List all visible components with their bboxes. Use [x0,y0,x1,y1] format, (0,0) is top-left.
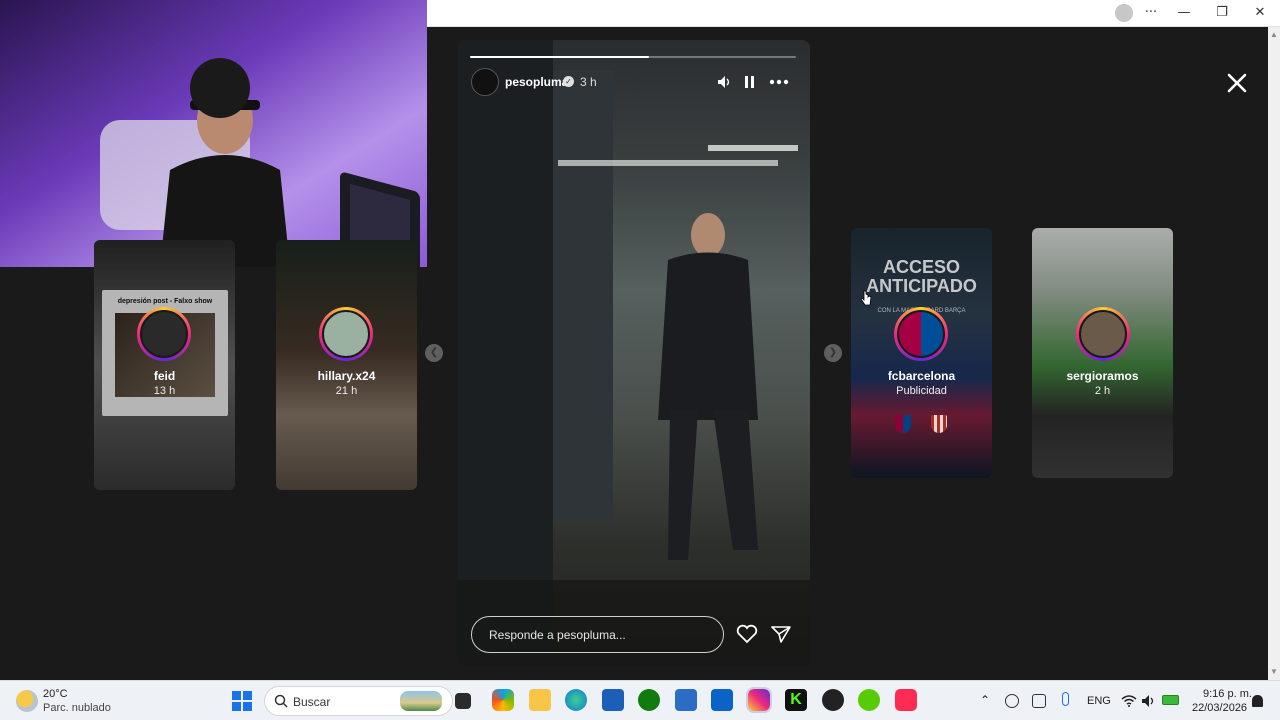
main-story[interactable]: pesopluma ✓ 3 h Responde a pesopluma... [458,40,810,666]
minimize-button[interactable]: — [1174,4,1194,22]
wifi-icon[interactable] [1121,695,1137,707]
network-alert-icon[interactable] [1005,694,1019,708]
story-username: sergioramos [1066,369,1139,383]
duolingo-icon[interactable] [858,689,880,711]
taskbar-search[interactable]: Buscar [264,686,453,716]
tiktok-icon[interactable] [895,689,917,711]
send-icon[interactable] [770,624,792,644]
sync-icon[interactable] [1032,694,1046,708]
edge-icon[interactable] [565,689,587,711]
avatar-hillary [319,307,373,361]
browser-more-button[interactable]: ··· [1141,4,1161,22]
window-close-button[interactable]: ✕ [1250,4,1270,22]
copilot-icon[interactable] [492,689,514,711]
windows-start-icon[interactable] [232,691,252,711]
story-preview-feid[interactable]: depresión post - Falxo show [94,240,235,490]
weather-icon[interactable] [16,690,38,712]
story-progress-bar [470,56,796,58]
battery-icon[interactable] [1162,695,1179,705]
story-header: pesopluma ✓ 3 h [471,68,801,96]
author-username[interactable]: pesopluma [505,75,568,89]
instagram-app-icon[interactable] [746,687,772,713]
story-preview-hillary[interactable] [276,240,417,490]
author-avatar[interactable] [471,68,499,96]
weather-temp[interactable]: 20°C [43,688,68,700]
scroll-down-icon[interactable]: ▼ [1270,668,1278,676]
search-icon [274,694,288,708]
previous-story-button[interactable]: ❮ [425,344,443,362]
avatar-feid [137,307,191,361]
speaker-icon[interactable] [1141,694,1157,708]
restore-button[interactable]: ❐ [1212,4,1232,22]
store-icon[interactable] [602,689,624,711]
story-age: 3 h [580,75,597,89]
outlook-icon[interactable] [711,689,733,711]
hand-cursor-icon [860,290,872,306]
scroll-up-icon[interactable]: ▲ [1270,31,1278,39]
story-time: 21 h [335,385,358,397]
weather-desc[interactable]: Parc. nublado [43,702,111,714]
language-indicator[interactable]: ENG [1087,695,1111,707]
story-username: feid [153,369,176,383]
avatar-fcbarcelona [894,307,948,361]
story-label-sponsored: Publicidad [896,385,947,397]
pause-icon[interactable] [744,75,756,89]
story-shade [94,240,235,490]
clock-time[interactable]: 9:16 p. m. [1203,688,1252,700]
search-placeholder: Buscar [293,695,331,709]
story-viewer: depresión post - Falxo show feid 13 h hi… [0,0,1268,680]
obs-icon[interactable] [822,689,844,711]
volume-icon[interactable] [717,75,733,89]
xbox-icon[interactable] [638,689,660,711]
search-highlight-image [400,691,442,711]
task-view-icon[interactable] [455,693,471,709]
next-story-button[interactable]: ❯ [824,344,842,362]
story-video-frame [458,40,810,666]
story-time: 2 h [1094,385,1111,397]
browser-title-bar: ··· — ❐ ✕ [427,0,1280,27]
webcam-overlay [0,0,427,267]
more-icon[interactable] [769,79,789,85]
file-explorer-icon[interactable] [529,689,551,711]
onedrive-setup-icon[interactable] [675,689,697,711]
profile-avatar-icon[interactable] [1115,4,1133,22]
notification-bell-icon[interactable] [1252,695,1263,707]
heart-icon[interactable] [736,624,758,644]
tray-overflow-icon[interactable]: ⌃ [980,693,990,707]
kick-icon[interactable]: K [785,689,807,711]
story-time: 13 h [153,385,176,397]
windows-taskbar: 20°C Parc. nublado Buscar K ⌃ ENG 9:16 p… [0,680,1280,720]
story-username: hillary.x24 [317,369,376,383]
close-viewer-icon[interactable] [1226,72,1248,94]
story-progress-fill [470,56,650,58]
story-shade [276,240,417,490]
microphone-icon[interactable] [1062,692,1069,706]
page-scrollbar[interactable]: ▲ ▼ [1268,27,1280,680]
webcam-scene-icon [0,0,427,267]
clock-date[interactable]: 22/03/2026 [1192,702,1247,714]
avatar-sergioramos [1076,307,1130,361]
reply-input[interactable]: Responde a pesopluma... [471,616,724,653]
story-username: fcbarcelona [887,369,956,383]
verified-badge-icon: ✓ [563,76,574,87]
